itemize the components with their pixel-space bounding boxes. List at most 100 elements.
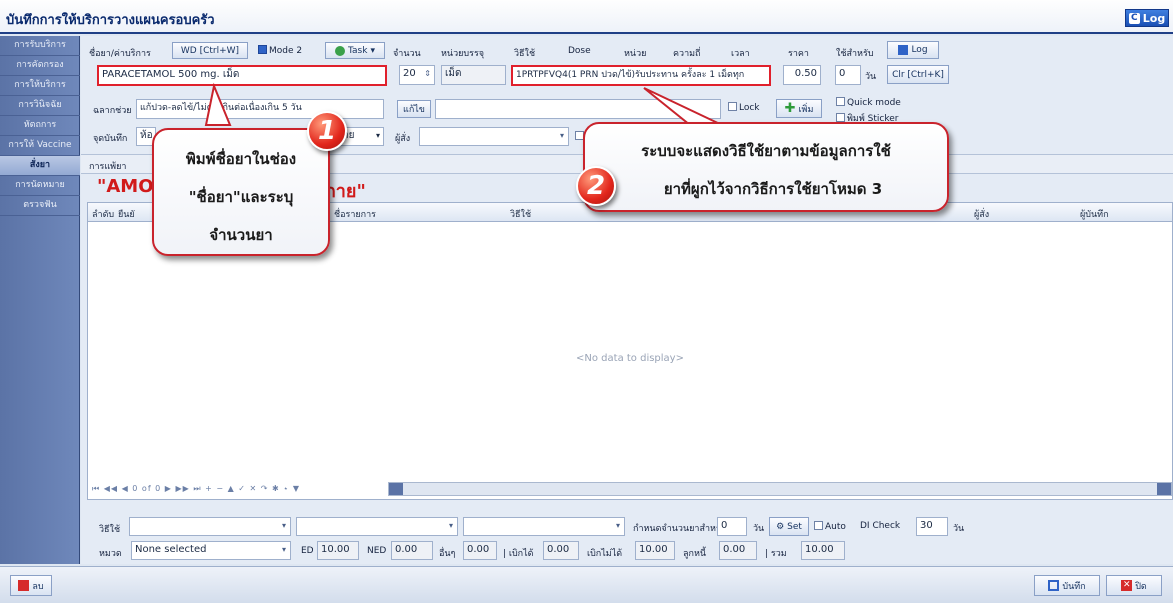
delete-icon [18, 580, 30, 591]
callout-1-bubble: พิมพ์ชื่อยาในช่อง "ชื่อยา"และระบุ จำนวนย… [152, 128, 330, 256]
grid-navigator[interactable]: ⏮ ◀◀ ◀ 0 of 0 ▶ ▶▶ ⏭ + − ▲ ✓ ✕ ↷ ✱ ⋆ ▼ [88, 481, 388, 497]
callout-1-badge: 1 [307, 111, 347, 151]
sidebar-item-procedure[interactable]: หัตถการ [0, 116, 80, 136]
sidebar-item-prescription[interactable]: สั่งยา [0, 156, 80, 176]
label-help-label: ฉลากช่วย [93, 106, 132, 116]
lock-label: Lock [739, 103, 760, 113]
sidebar-item-appointment[interactable]: การนัดหมาย [0, 176, 80, 196]
drug-name-input[interactable]: PARACETAMOL 500 mg. เม็ด [97, 65, 387, 86]
col-recorder[interactable]: ผู้บันทึก [1080, 207, 1109, 221]
dose-unit-label: หน่วย [624, 49, 647, 59]
drug-label: ชื่อยา/ค่าบริการ [89, 49, 151, 59]
col-item-name[interactable]: ชื่อรายการ [334, 207, 376, 221]
main-panel: ชื่อยา/ค่าบริการ WD [Ctrl+W] Mode 2 Task… [81, 36, 1173, 564]
log-button-label: Log [911, 45, 928, 55]
sidebar-item-screening[interactable]: การคัดกรอง [0, 56, 80, 76]
reimb-label: | เบิกได้ [503, 549, 534, 559]
close-button[interactable]: ✕ ปิด [1106, 575, 1162, 596]
clear-button[interactable]: Clr [Ctrl+K] [887, 65, 949, 84]
gear-icon: ⚙ [776, 521, 785, 532]
calc-days-unit: วัน [753, 524, 765, 534]
footer-bar: ลบ บันทึก ✕ ปิด [0, 566, 1173, 603]
col-usage[interactable]: วิธีใช้ [510, 207, 531, 221]
reimb-value: 0.00 [543, 541, 579, 560]
sidebar-item-vaccine[interactable]: การให้ Vaccine [0, 136, 80, 156]
sidebar-item-service[interactable]: การให้บริการ [0, 76, 80, 96]
log-button-top[interactable]: C Log [1125, 9, 1169, 27]
task-button[interactable]: Task ▾ [325, 42, 385, 59]
usage-select-2[interactable]: ▾ [296, 517, 458, 536]
category-label: หมวด [99, 549, 122, 559]
edit-button[interactable]: แก้ไข [397, 100, 431, 118]
chevron-down-icon: ▾ [370, 45, 375, 56]
qty-spin-icon[interactable]: ⇕ [424, 66, 431, 82]
frequency-label: ความถี่ [673, 49, 701, 59]
lock-check-icon [728, 102, 737, 111]
allergy-tab[interactable]: การแพ้ยา [89, 159, 126, 173]
quick-mode-checkbox[interactable]: Quick mode [836, 97, 901, 108]
dose-label: Dose [568, 46, 591, 56]
delete-button[interactable]: ลบ [10, 575, 52, 596]
ed-label: ED [301, 546, 314, 556]
print-sticker-check-icon [836, 113, 845, 122]
col-orderer[interactable]: ผู้สั่ง [974, 207, 989, 221]
window-title: บันทึกการให้บริการวางแผนครอบครัว [6, 13, 215, 28]
di-check-label: DI Check [860, 521, 901, 531]
sidebar-item-reception[interactable]: การรับบริการ [0, 36, 80, 56]
col-confirm[interactable]: ยืนยั [118, 207, 135, 221]
log-button[interactable]: Log [887, 41, 939, 59]
qty-value: 20 [403, 68, 416, 79]
unit-label: หน่วยบรรจุ [441, 49, 485, 59]
quick-mode-check-icon [836, 97, 845, 106]
set-button[interactable]: ⚙ Set [769, 517, 809, 536]
ed-value: 10.00 [317, 541, 359, 560]
horizontal-scrollbar[interactable] [388, 482, 1172, 496]
label-help-input[interactable]: แก้ปวด-ลดไข้/ไม่ควรกินต่อเนื่องเกิน 5 วั… [136, 99, 384, 119]
lock-checkbox[interactable]: Lock [728, 102, 760, 113]
mode2-checkbox[interactable]: Mode 2 [258, 45, 302, 56]
sidebar: การรับบริการ การคัดกรอง การให้บริการ การ… [0, 36, 80, 564]
scroll-left-icon[interactable] [389, 483, 403, 495]
sidebar-item-diagnosis[interactable]: การวินิจฉัย [0, 96, 80, 116]
task-icon [335, 45, 346, 56]
empty-grid-message: <No data to display> [576, 353, 684, 364]
close-button-label: ปิด [1135, 581, 1147, 592]
wd-button[interactable]: WD [Ctrl+W] [172, 42, 248, 59]
days-unit: วัน [865, 72, 877, 82]
qty-input[interactable]: 20 ⇕ [399, 65, 435, 85]
plus-icon: ✚ [784, 101, 796, 116]
log-button-top-label: Log [1142, 11, 1166, 25]
quick-mode-label: Quick mode [847, 98, 901, 108]
sidebar-item-dental[interactable]: ตรวจฟัน [0, 196, 80, 216]
usage-select-3[interactable]: ▾ [463, 517, 625, 536]
auto-label: Auto [825, 522, 846, 532]
scroll-right-icon[interactable] [1157, 483, 1171, 495]
qty-label: จำนวน [393, 49, 421, 59]
calc-days-label: กำหนดจำนวนยาสำหรับ [633, 524, 727, 534]
save-button[interactable]: บันทึก [1034, 575, 1100, 596]
add-button[interactable]: ✚ เพิ่ม [776, 99, 822, 118]
auto-checkbox[interactable]: Auto [814, 521, 846, 532]
label-extra-input[interactable] [435, 99, 721, 119]
chevron-down-icon: ▾ [559, 131, 564, 140]
usage-field[interactable]: 1PRTPFVQ4(1 PRN ปวด/ไข้)รับประทาน ครั้งล… [511, 65, 771, 86]
chevron-down-icon: ▾ [281, 521, 286, 530]
log-small-icon [898, 45, 909, 55]
ned-value: 0.00 [391, 541, 433, 560]
di-check-unit: วัน [953, 524, 965, 534]
days-input[interactable]: 0 [835, 65, 861, 85]
orderer-select[interactable]: ▾ [419, 127, 569, 146]
calc-days-input[interactable]: 0 [717, 517, 747, 536]
chevron-down-icon: ▾ [615, 521, 620, 530]
total-label: | รวม [765, 549, 787, 559]
auto-check-icon [814, 521, 823, 530]
category-select[interactable]: None selected ▾ [131, 541, 291, 560]
di-check-input[interactable]: 30 [916, 517, 948, 536]
add-button-label: เพิ่ม [798, 104, 814, 115]
price-field[interactable]: 0.50 [783, 65, 821, 85]
unit-field: เม็ด [441, 65, 506, 85]
close-icon: ✕ [1121, 580, 1133, 591]
col-order[interactable]: ลำดับ [92, 207, 114, 221]
callout-1-line-1: พิมพ์ชื่อยาในช่อง [185, 150, 297, 168]
usage-select-1[interactable]: ▾ [129, 517, 291, 536]
